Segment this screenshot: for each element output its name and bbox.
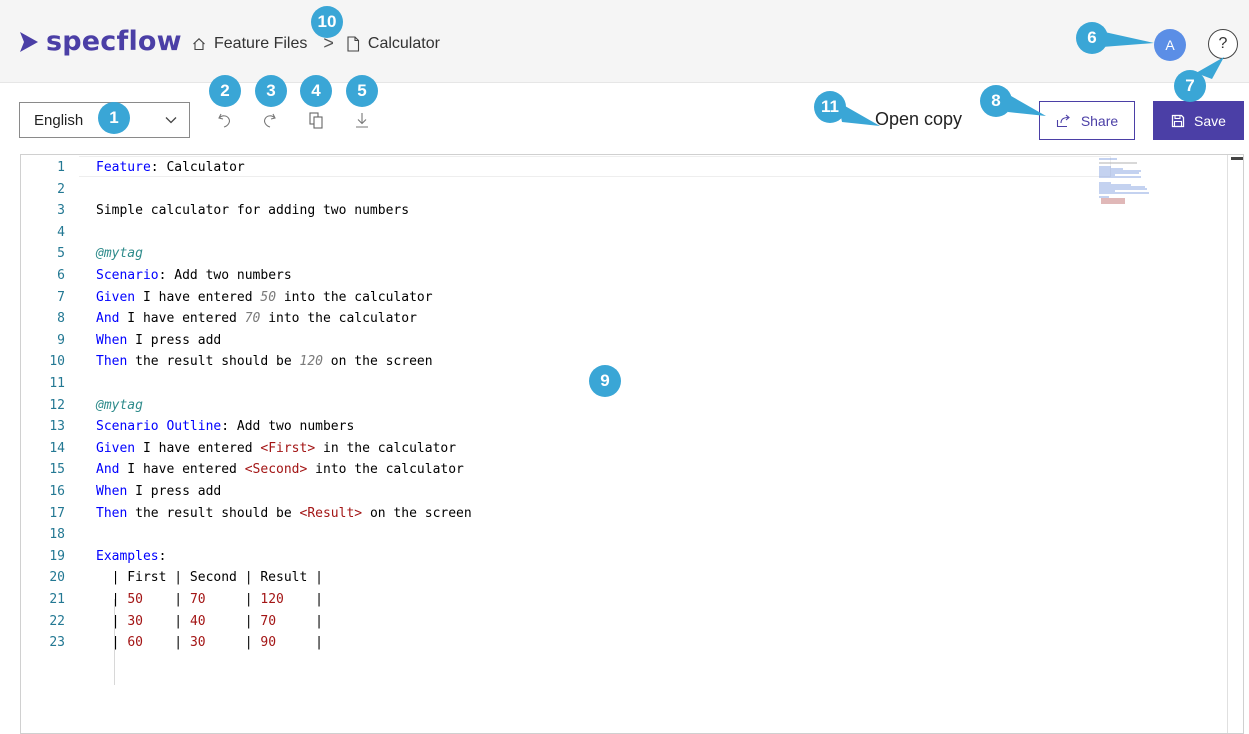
breadcrumb-calculator: Calculator: [346, 35, 440, 53]
share-button-label: Share: [1080, 112, 1119, 129]
scrollbar-thumb-marker[interactable]: [1231, 157, 1243, 160]
code-text: When I press add: [96, 332, 222, 348]
code-text: | 50 | 70 | 120 |: [96, 592, 324, 607]
undo-icon: [218, 113, 230, 128]
line-number: 15: [49, 462, 65, 478]
code-text: @mytag: [96, 246, 143, 262]
editor-scrollbar[interactable]: [1227, 155, 1243, 733]
file-icon: [347, 35, 359, 52]
marker-7: 7: [1174, 70, 1206, 102]
marker-6-pointer: [1100, 31, 1154, 47]
line-number: 5: [57, 246, 65, 262]
line-number: 4: [57, 224, 65, 240]
code-text: Then the result should be 120 on the scr…: [96, 354, 433, 370]
brand-name: specflow: [46, 26, 182, 57]
line-number: 7: [57, 289, 65, 305]
download-button[interactable]: [351, 108, 373, 132]
code-text: Then the result should be <Result> on th…: [96, 505, 472, 521]
breadcrumb-root-label: Feature Files: [214, 34, 308, 52]
line-number: 6: [57, 268, 65, 283]
user-avatar[interactable]: A: [1154, 29, 1186, 61]
marker-5: 5: [346, 75, 378, 107]
line-number: 1: [57, 160, 65, 175]
code-text: @mytag: [96, 397, 143, 413]
code-text: When I press add: [96, 484, 222, 499]
marker-6: 6: [1076, 22, 1108, 54]
code-text: And I have entered <Second> into the cal…: [96, 462, 464, 478]
code-text: And I have entered 70 into the calculato…: [96, 311, 417, 327]
marker-9: 9: [589, 365, 621, 397]
specflow-logo-icon: [20, 31, 38, 52]
editor-minimap[interactable]: [1099, 157, 1161, 207]
home-icon: [193, 37, 205, 50]
marker-8: 8: [980, 85, 1012, 117]
copy-icon: [309, 112, 323, 129]
line-number: 10: [49, 354, 65, 370]
redo-button[interactable]: [258, 108, 280, 132]
code-text: | First | Second | Result |: [96, 570, 323, 586]
code-text: | 30 | 40 | 70 |: [96, 613, 324, 629]
marker-11: 11: [814, 91, 846, 123]
line-number: 8: [57, 311, 65, 327]
marker-4: 4: [300, 75, 332, 107]
language-select-value: English: [34, 111, 84, 129]
line-number: 16: [49, 484, 65, 499]
marker-2: 2: [209, 75, 241, 107]
line-number: 19: [49, 548, 65, 564]
undo-button[interactable]: [214, 108, 236, 132]
line-number: 18: [49, 527, 65, 543]
code-text: Feature: Calculator: [96, 160, 245, 175]
share-icon: [1056, 114, 1070, 127]
code-text: Simple calculator for adding two numbers: [96, 203, 410, 219]
specflow-logo[interactable]: specflow: [18, 26, 182, 57]
line-number: 14: [49, 440, 65, 456]
open-copy-link[interactable]: Open copy: [875, 109, 962, 130]
marker-1: 1: [98, 102, 130, 134]
line-number: 22: [49, 613, 65, 629]
line-number: 17: [49, 505, 65, 521]
top-bar: specflow Feature Files > Calculator A ?: [0, 0, 1249, 83]
line-number: 2: [57, 181, 65, 197]
code-text: Given I have entered 50 into the calcula…: [96, 289, 433, 305]
save-icon: [1171, 114, 1185, 127]
copy-button[interactable]: [305, 108, 327, 132]
line-number: 11: [49, 376, 65, 391]
breadcrumb: Feature Files > Calculator: [192, 33, 440, 54]
line-number: 13: [49, 419, 65, 435]
share-button[interactable]: Share: [1039, 101, 1135, 140]
line-number: 20: [49, 570, 65, 586]
save-button[interactable]: Save: [1153, 101, 1244, 140]
line-number: 9: [57, 332, 65, 348]
download-icon: [356, 113, 368, 128]
breadcrumb-current-label: Calculator: [367, 34, 440, 52]
marker-10: 10: [311, 6, 343, 38]
code-text: Scenario Outline: Add two numbers: [96, 419, 355, 435]
line-number: 3: [57, 203, 65, 219]
chevron-down-icon: [165, 117, 177, 124]
code-text: Given I have entered <First> in the calc…: [96, 440, 457, 456]
line-number: 12: [49, 397, 65, 413]
code-text: Examples:: [96, 548, 167, 564]
redo-icon: [264, 113, 276, 128]
code-editor[interactable]: 1 Feature: Calculator 2 3 Simple calculator …: [20, 154, 1244, 734]
line-number: 21: [49, 592, 65, 607]
breadcrumb-feature-files[interactable]: Feature Files: [192, 35, 307, 53]
code-text: | 60 | 30 | 90 |: [96, 635, 324, 651]
save-button-label: Save: [1194, 112, 1226, 129]
marker-3: 3: [255, 75, 287, 107]
line-number: 23: [49, 635, 65, 651]
code-text: Scenario: Add two numbers: [96, 268, 292, 283]
